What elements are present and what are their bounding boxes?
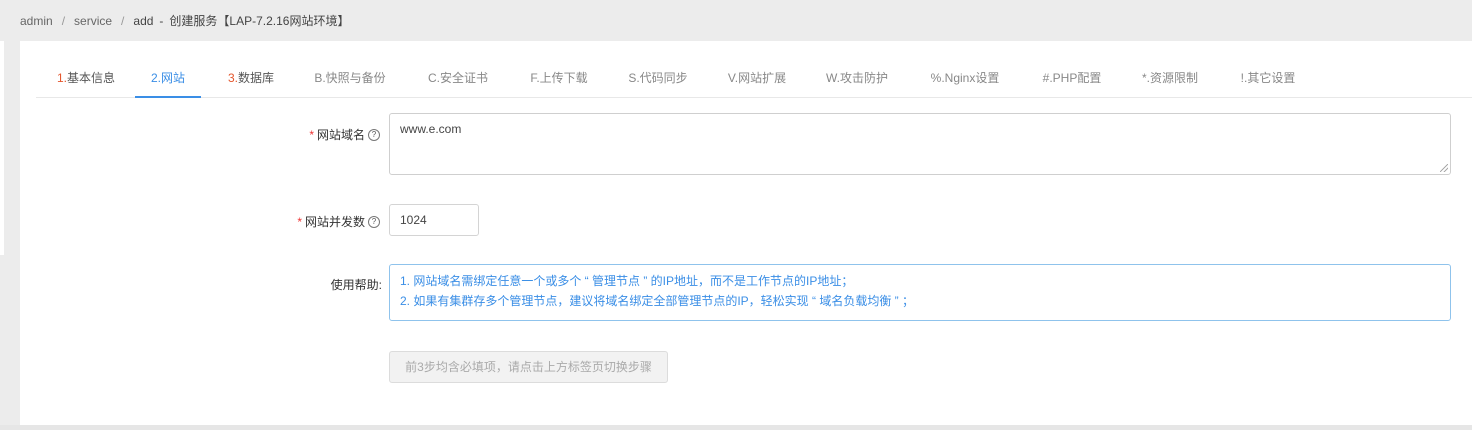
left-divider [0, 41, 4, 255]
required-mark: * [309, 127, 314, 142]
concurrency-input[interactable]: 1024 [389, 204, 479, 236]
tab-label: S.代码同步 [628, 71, 688, 85]
tab-resource-limits[interactable]: *.资源限制 [1135, 42, 1205, 98]
domain-label: * 网站域名 ? [220, 126, 380, 143]
breadcrumb-separator: / [121, 13, 125, 28]
concurrency-value: 1024 [400, 213, 427, 227]
tab-label: W.攻击防护 [826, 71, 888, 85]
tab-code-sync[interactable]: S.代码同步 [623, 42, 693, 98]
tab-nginx-settings[interactable]: %.Nginx设置 [926, 42, 1004, 98]
tab-label: C.安全证书 [427, 71, 488, 85]
breadcrumb-add: add [133, 13, 154, 28]
tab-website-extension[interactable]: V.网站扩展 [722, 42, 792, 98]
tab-website[interactable]: 2.网站 [135, 42, 201, 98]
domain-textarea[interactable]: www.e.com [389, 113, 1451, 175]
tab-label: F.上传下载 [530, 71, 588, 85]
resize-grip-icon[interactable] [1440, 164, 1448, 172]
concurrency-label-text: 网站并发数 [304, 215, 365, 229]
tab-snapshot-backup[interactable]: B.快照与备份 [310, 42, 390, 98]
page-title: 创建服务【LAP-7.2.16网站环境】 [169, 14, 350, 28]
tab-label: *.资源限制 [1141, 71, 1198, 85]
question-circle-icon[interactable]: ? [368, 128, 380, 141]
tab-other-settings[interactable]: !.其它设置 [1233, 42, 1303, 98]
help-line: 1. 网站域名需绑定任意一个或多个 “ 管理节点 ” 的IP地址，而不是工作节点… [400, 274, 854, 288]
tab-number: 1. [56, 71, 67, 85]
tab-label: 网站 [161, 71, 186, 85]
breadcrumb-separator: / [61, 13, 66, 28]
breadcrumb-service[interactable]: service [74, 14, 112, 28]
required-mark: * [297, 214, 302, 229]
tab-number: 3. [227, 71, 238, 85]
tab-php-config[interactable]: #.PHP配置 [1037, 42, 1107, 98]
domain-label-text: 网站域名 [316, 128, 365, 142]
form-card: 1.基本信息 2.网站 3.数据库 B.快照与备份 C.安全证书 F.上传下载 … [20, 41, 1472, 425]
tab-database[interactable]: 3.数据库 [211, 42, 291, 98]
tab-number: 2. [150, 71, 161, 85]
help-line: 2. 如果有集群存多个管理节点，建议将域名绑定全部管理节点的IP，轻松实现 “ … [400, 294, 915, 308]
tab-basic-info[interactable]: 1.基本信息 [36, 42, 136, 98]
breadcrumb-dash: - [159, 13, 164, 28]
tab-ssl-certificate[interactable]: C.安全证书 [423, 42, 493, 98]
concurrency-label: * 网站并发数 ? [220, 213, 380, 230]
submit-button-disabled[interactable]: 前3步均含必填项，请点击上方标签页切换步骤 [389, 351, 668, 383]
tab-label: B.快照与备份 [314, 71, 386, 85]
breadcrumb-admin[interactable]: admin [20, 14, 53, 28]
help-label: 使用帮助: [220, 276, 382, 293]
tab-bar: 1.基本信息 2.网站 3.数据库 B.快照与备份 C.安全证书 F.上传下载 … [36, 41, 1472, 98]
tab-attack-protection[interactable]: W.攻击防护 [822, 42, 892, 98]
tab-label: V.网站扩展 [727, 71, 787, 85]
domain-value: www.e.com [400, 122, 462, 136]
tab-upload-download[interactable]: F.上传下载 [524, 42, 594, 98]
question-circle-icon[interactable]: ? [368, 215, 380, 228]
help-label-text: 使用帮助: [330, 278, 382, 292]
tab-label: 基本信息 [67, 71, 116, 85]
tab-label: 数据库 [238, 71, 275, 85]
help-box: 1. 网站域名需绑定任意一个或多个 “ 管理节点 ” 的IP地址，而不是工作节点… [389, 264, 1451, 321]
tab-label: #.PHP配置 [1042, 71, 1102, 85]
bottom-border [0, 425, 1472, 430]
tab-label: !.其它设置 [1240, 71, 1296, 85]
tab-label: %.Nginx设置 [930, 71, 1000, 85]
breadcrumb: admin / service / add - 创建服务【LAP-7.2.16网… [0, 0, 1472, 41]
